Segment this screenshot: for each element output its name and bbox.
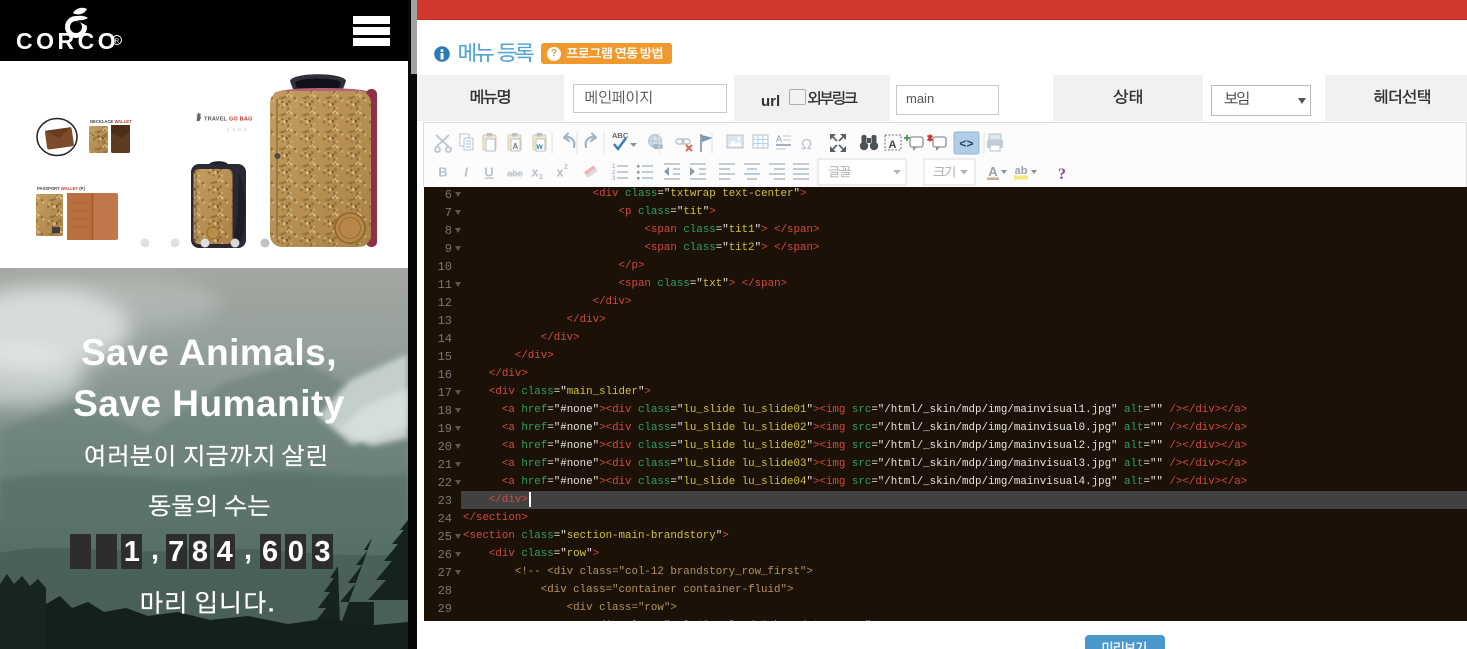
svg-text:Ω: Ω	[801, 136, 812, 153]
svg-text:NECKLACE WALLET: NECKLACE WALLET	[90, 119, 132, 124]
svg-text:2: 2	[564, 164, 568, 171]
svg-text:<>: <>	[959, 138, 973, 152]
svg-text:A: A	[776, 134, 782, 144]
svg-text:abc: abc	[507, 169, 523, 179]
svg-text:U: U	[484, 165, 493, 180]
svg-text:2: 2	[539, 174, 543, 181]
svg-text:?: ?	[1058, 166, 1066, 183]
svg-text:TRAVEL GO BAG: TRAVEL GO BAG	[204, 117, 253, 123]
svg-text:A: A	[988, 164, 998, 179]
svg-text:w: w	[536, 142, 544, 151]
svg-text:C O R K: C O R K	[227, 128, 247, 132]
svg-text:A: A	[513, 142, 519, 151]
svg-text:R: R	[115, 38, 120, 45]
svg-text:A: A	[889, 139, 897, 151]
svg-text:ab: ab	[1015, 165, 1028, 177]
svg-text:CORCO: CORCO	[16, 28, 119, 54]
svg-text:I: I	[464, 165, 468, 180]
svg-text:3: 3	[612, 176, 616, 182]
svg-text:B: B	[438, 165, 447, 180]
svg-text:PASSPORT WALLET (P): PASSPORT WALLET (P)	[37, 186, 85, 191]
